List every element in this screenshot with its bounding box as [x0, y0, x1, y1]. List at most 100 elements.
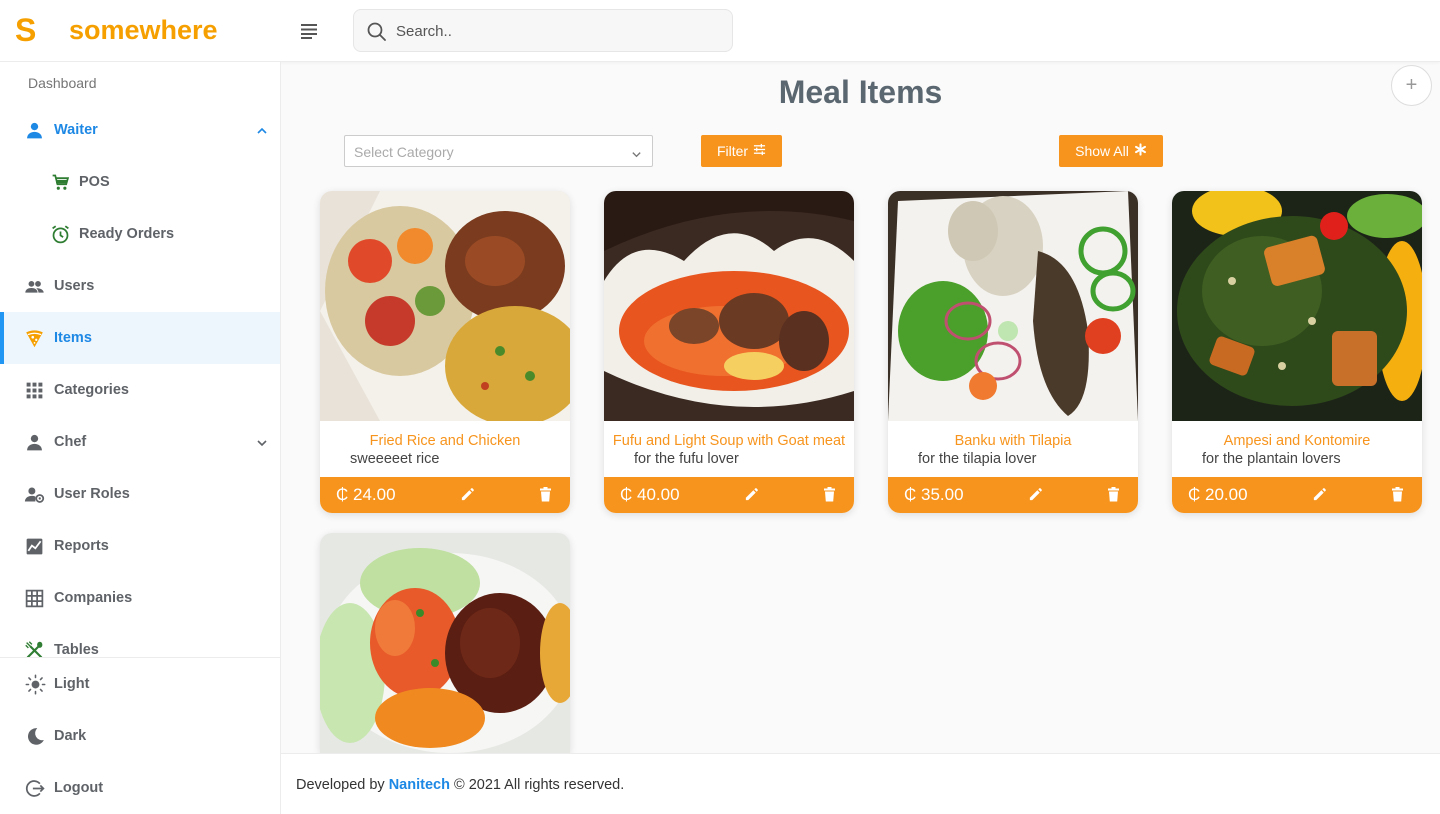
- sidebar-item-tables[interactable]: Tables: [0, 624, 280, 657]
- sidebar: Dashboard Waiter POS Ready Orders Users …: [0, 62, 281, 814]
- grid-icon: [24, 380, 45, 401]
- meal-description: for the plantain lovers: [1202, 451, 1341, 467]
- meal-image: [1172, 191, 1422, 421]
- meal-action-bar: ₵ 20.00: [1172, 477, 1422, 513]
- meal-action-bar: ₵ 40.00: [604, 477, 854, 513]
- meal-card[interactable]: Fufu and Light Soup with Goat meat for t…: [604, 191, 854, 513]
- meal-action-bar: ₵ 35.00: [888, 477, 1138, 513]
- person-icon: [24, 432, 45, 453]
- top-header: S somewhere: [0, 0, 1440, 62]
- person-icon: [24, 120, 45, 141]
- sun-icon: [25, 674, 46, 695]
- sidebar-item-label: Light: [54, 676, 90, 692]
- sidebar-item-label: Logout: [54, 780, 104, 796]
- brand-logo[interactable]: S: [15, 12, 36, 49]
- sidebar-item-label: Tables: [54, 642, 99, 657]
- edit-icon[interactable]: [1312, 487, 1327, 502]
- filter-button-label: Filter: [716, 143, 749, 159]
- sidebar-item-categories[interactable]: Categories: [0, 364, 280, 416]
- theme-light-button[interactable]: Light: [0, 658, 280, 710]
- meal-image: [604, 191, 854, 421]
- category-select-placeholder: Select Category: [354, 144, 454, 160]
- footer-copyright: © 2021 All rights reserved.: [453, 777, 625, 793]
- footer-company-link[interactable]: Nanitech: [389, 777, 450, 793]
- meal-price: ₵ 24.00: [336, 485, 396, 504]
- sidebar-item-ready-orders[interactable]: Ready Orders: [0, 208, 280, 260]
- sidebar-item-label: Ready Orders: [79, 226, 175, 242]
- chevron-down-icon: [256, 436, 268, 448]
- delete-icon[interactable]: [1391, 487, 1404, 502]
- chevron-down-icon: [631, 147, 642, 165]
- search-icon: [366, 21, 388, 48]
- sidebar-nav[interactable]: Dashboard Waiter POS Ready Orders Users …: [0, 62, 280, 657]
- meal-card[interactable]: Banku with Tilapia for the tilapia lover…: [888, 191, 1138, 513]
- edit-icon[interactable]: [744, 487, 759, 502]
- meal-action-bar: ₵ 24.00: [320, 477, 570, 513]
- brand-name[interactable]: somewhere: [69, 15, 218, 46]
- sidebar-item-reports[interactable]: Reports: [0, 520, 280, 572]
- meal-name: Ampesi and Kontomire: [1223, 433, 1371, 449]
- delete-icon[interactable]: [1107, 487, 1120, 502]
- theme-dark-button[interactable]: Dark: [0, 710, 280, 762]
- edit-icon[interactable]: [460, 487, 475, 502]
- footer: Developed by Nanitech © 2021 All rights …: [281, 753, 1440, 814]
- asterisk-icon: [1134, 143, 1147, 159]
- sidebar-item-waiter[interactable]: Waiter: [0, 104, 280, 156]
- sidebar-item-label: POS: [79, 174, 110, 190]
- utensils-icon: [24, 640, 45, 657]
- logout-icon: [25, 778, 46, 799]
- user-roles-icon: [24, 484, 45, 505]
- sidebar-item-chef[interactable]: Chef: [0, 416, 280, 468]
- meal-name: Fried Rice and Chicken: [369, 433, 521, 449]
- sidebar-bottom: Light Dark Logout: [0, 657, 280, 814]
- meal-name: Fufu and Light Soup with Goat meat: [612, 433, 846, 449]
- sidebar-item-pos[interactable]: POS: [0, 156, 280, 208]
- sidebar-item-label: Items: [54, 330, 92, 346]
- sidebar-item-items[interactable]: Items: [0, 312, 280, 364]
- edit-icon[interactable]: [1028, 487, 1043, 502]
- meal-price: ₵ 20.00: [1188, 485, 1248, 504]
- search-input[interactable]: [396, 20, 716, 42]
- meal-description: for the fufu lover: [634, 451, 739, 467]
- page-title: Meal Items: [778, 74, 943, 110]
- meal-image: [888, 191, 1138, 421]
- chevron-up-icon: [256, 124, 268, 136]
- logout-button[interactable]: Logout: [0, 762, 280, 814]
- meal-price: ₵ 35.00: [904, 485, 964, 504]
- table-icon: [24, 588, 45, 609]
- meal-name: Banku with Tilapia: [954, 433, 1072, 449]
- meal-description: for the tilapia lover: [918, 451, 1037, 467]
- sidebar-heading-dashboard[interactable]: Dashboard: [28, 75, 97, 91]
- meal-card[interactable]: [320, 533, 570, 753]
- show-all-button[interactable]: Show All: [1059, 135, 1163, 167]
- sidebar-item-label: Waiter: [54, 122, 98, 138]
- sidebar-item-label: Dark: [54, 728, 87, 744]
- meal-image: [320, 191, 570, 421]
- sliders-icon: [753, 143, 766, 159]
- footer-prefix: Developed by: [296, 777, 385, 793]
- sidebar-item-label: Users: [54, 278, 95, 294]
- people-icon: [24, 276, 45, 297]
- meal-price: ₵ 40.00: [620, 485, 680, 504]
- show-all-button-label: Show All: [1075, 143, 1129, 159]
- delete-icon[interactable]: [539, 487, 552, 502]
- sidebar-item-label: Reports: [54, 538, 109, 554]
- sidebar-item-users[interactable]: Users: [0, 260, 280, 312]
- meal-card[interactable]: Ampesi and Kontomire for the plantain lo…: [1172, 191, 1422, 513]
- moon-icon: [25, 726, 46, 747]
- chart-icon: [24, 536, 45, 557]
- filter-button[interactable]: Filter: [701, 135, 782, 167]
- sidebar-item-companies[interactable]: Companies: [0, 572, 280, 624]
- category-select[interactable]: Select Category: [344, 135, 653, 167]
- meal-image: [320, 533, 570, 753]
- search-box: [353, 9, 733, 52]
- sidebar-item-user-roles[interactable]: User Roles: [0, 468, 280, 520]
- menu-toggle-icon[interactable]: [298, 20, 320, 42]
- meal-description: sweeeeet rice: [350, 451, 440, 467]
- footer-text: Developed by Nanitech © 2021 All rights …: [296, 777, 624, 793]
- meal-card[interactable]: Fried Rice and Chicken sweeeeet rice ₵ 2…: [320, 191, 570, 513]
- sidebar-item-label: User Roles: [54, 486, 130, 502]
- pizza-icon: [24, 328, 45, 349]
- add-item-button[interactable]: +: [1391, 65, 1432, 106]
- delete-icon[interactable]: [823, 487, 836, 502]
